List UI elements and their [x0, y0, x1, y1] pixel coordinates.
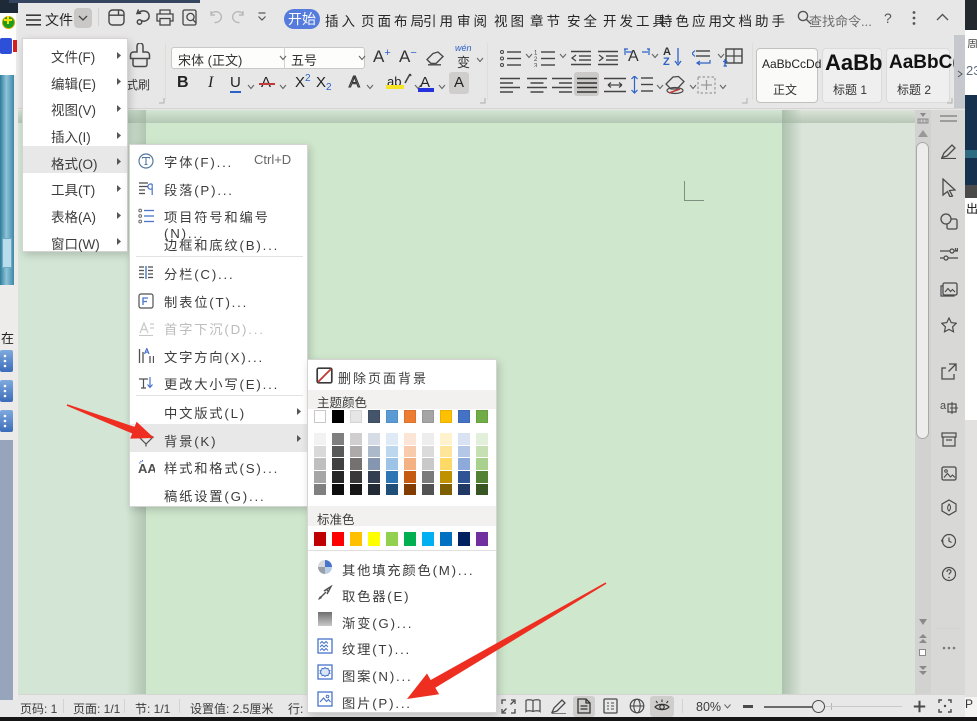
svg-text:a: a: [940, 400, 947, 412]
svg-text:3: 3: [534, 64, 538, 68]
svg-text:1: 1: [534, 51, 538, 57]
svg-text:AA: AA: [138, 461, 155, 475]
svg-text:2: 2: [534, 57, 538, 63]
